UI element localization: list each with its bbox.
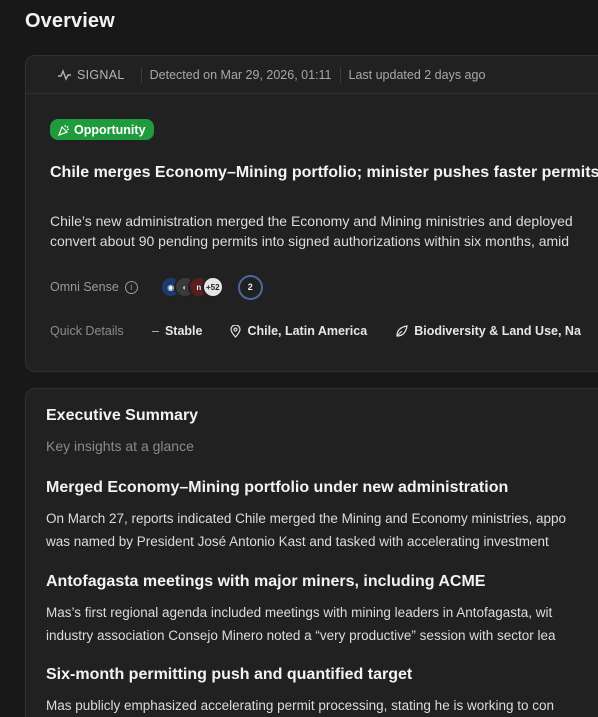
- insight-line: Mas’s first regional agenda included mee…: [46, 605, 553, 620]
- signal-type: SIGNAL: [58, 68, 125, 82]
- omni-sense-label: Omni Sense: [50, 280, 119, 294]
- signal-description: Chile’s new administration merged the Ec…: [50, 211, 598, 251]
- description-line: convert about 90 pending permits into si…: [50, 233, 570, 249]
- insight-line: industry association Consejo Minero note…: [46, 628, 556, 643]
- omni-sense-row: Omni Sense i ◉ ◐ n +52 2: [50, 274, 263, 300]
- executive-summary-subtitle: Key insights at a glance: [46, 438, 194, 454]
- executive-summary-title: Executive Summary: [46, 407, 199, 424]
- insight-item: Six-month permitting push and quantified…: [46, 666, 598, 717]
- signal-meta-bar: SIGNAL Detected on Mar 29, 2026, 01:11 L…: [26, 56, 598, 94]
- insight-body: Mas’s first regional agenda included mee…: [46, 601, 598, 647]
- insight-line: was named by President José Antonio Kast…: [46, 534, 549, 549]
- insight-line: On March 27, reports indicated Chile mer…: [46, 511, 567, 526]
- opportunity-badge: Opportunity: [50, 119, 154, 140]
- pulse-icon: [58, 68, 71, 81]
- quick-details-label: Quick Details: [50, 324, 124, 338]
- insight-line: Mas publicly emphasized accelerating per…: [46, 698, 554, 713]
- insight-body: Mas publicly emphasized accelerating per…: [46, 694, 598, 717]
- insight-heading: Six-month permitting push and quantified…: [46, 666, 413, 683]
- info-icon[interactable]: i: [124, 280, 138, 294]
- insight-item: Merged Economy–Mining portfolio under ne…: [46, 479, 598, 553]
- more-sources-avatar: +52: [201, 276, 224, 298]
- last-updated: Last updated 2 days ago: [348, 67, 486, 82]
- insight-item: Antofagasta meetings with major miners, …: [46, 573, 598, 647]
- leaf-icon: [396, 324, 408, 337]
- quick-details-row: Quick Details – Stable Chile, Latin Amer…: [50, 324, 598, 338]
- badge-label: Opportunity: [74, 122, 146, 137]
- divider: [140, 66, 142, 83]
- signal-card: SIGNAL Detected on Mar 29, 2026, 01:11 L…: [25, 55, 598, 372]
- location-item: Chile, Latin America: [230, 324, 367, 338]
- detected-date: Detected on Mar 29, 2026, 01:11: [149, 67, 332, 82]
- source-avatars[interactable]: ◉ ◐ n +52: [159, 276, 224, 298]
- topics-label: Biodiversity & Land Use, Na: [414, 324, 581, 338]
- description-line: Chile’s new administration merged the Ec…: [50, 213, 573, 229]
- insight-body: On March 27, reports indicated Chile mer…: [46, 507, 598, 553]
- insight-heading: Merged Economy–Mining portfolio under ne…: [46, 479, 509, 496]
- executive-summary-card: Executive Summary Key insights at a glan…: [25, 388, 598, 717]
- topics-item: Biodiversity & Land Use, Na: [395, 324, 581, 338]
- signal-type-label: SIGNAL: [77, 67, 125, 82]
- divider: [339, 66, 341, 83]
- insight-heading: Antofagasta meetings with major miners, …: [46, 573, 486, 590]
- trend-label: Stable: [164, 324, 203, 338]
- signal-title: Chile merges Economy–Mining portfolio; m…: [50, 164, 598, 181]
- source-count-badge[interactable]: 2: [237, 274, 263, 300]
- location-pin-icon: [230, 324, 242, 338]
- location-label: Chile, Latin America: [247, 324, 368, 338]
- dash-icon: –: [152, 324, 159, 338]
- party-popper-icon: [58, 124, 70, 136]
- trend-item: – Stable: [152, 324, 202, 338]
- page-title: Overview: [25, 10, 115, 32]
